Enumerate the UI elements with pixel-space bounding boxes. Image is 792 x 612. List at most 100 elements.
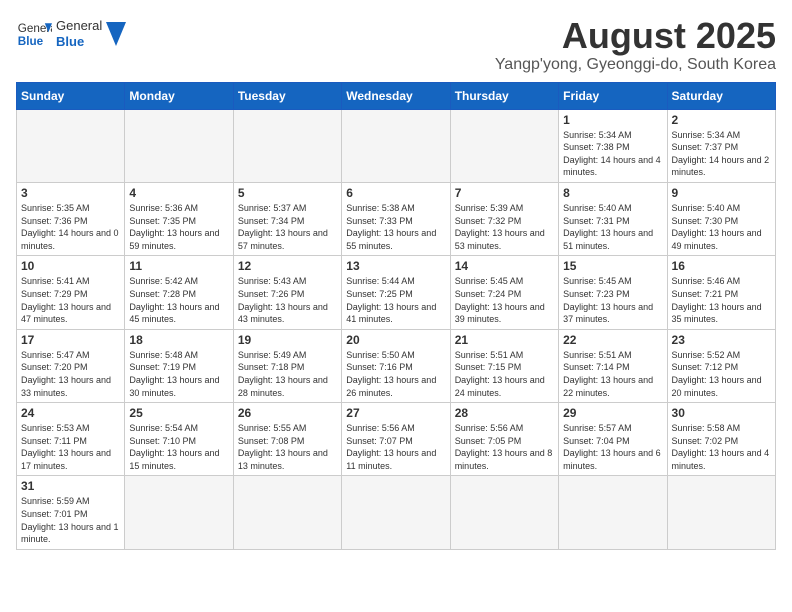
day-number: 22: [563, 333, 662, 347]
calendar-cell: [125, 109, 233, 182]
month-title: August 2025: [495, 16, 776, 56]
day-info: Sunrise: 5:34 AM Sunset: 7:38 PM Dayligh…: [563, 129, 662, 179]
calendar-cell: [450, 476, 558, 549]
calendar-cell: 13 Sunrise: 5:44 AM Sunset: 7:25 PM Dayli…: [342, 256, 450, 329]
day-number: 2: [672, 113, 771, 127]
day-info: Sunrise: 5:57 AM Sunset: 7:04 PM Dayligh…: [563, 422, 662, 472]
day-info: Sunrise: 5:36 AM Sunset: 7:35 PM Dayligh…: [129, 202, 228, 252]
day-info: Sunrise: 5:52 AM Sunset: 7:12 PM Dayligh…: [672, 349, 771, 399]
day-number: 18: [129, 333, 228, 347]
logo-triangle-icon: [106, 22, 126, 46]
day-info: Sunrise: 5:35 AM Sunset: 7:36 PM Dayligh…: [21, 202, 120, 252]
calendar-cell: 1 Sunrise: 5:34 AM Sunset: 7:38 PM Daylig…: [559, 109, 667, 182]
calendar-cell: 9 Sunrise: 5:40 AM Sunset: 7:30 PM Daylig…: [667, 182, 775, 255]
svg-text:Blue: Blue: [18, 35, 44, 48]
calendar-week-1: 1 Sunrise: 5:34 AM Sunset: 7:38 PM Daylig…: [17, 109, 776, 182]
calendar-cell: 23 Sunrise: 5:52 AM Sunset: 7:12 PM Dayli…: [667, 329, 775, 402]
logo-text-blue: Blue: [56, 34, 102, 50]
weekday-header-row: SundayMondayTuesdayWednesdayThursdayFrid…: [17, 82, 776, 109]
calendar-cell: 22Sunrise: 5:51 AM Sunset: 7:14 PM Dayli…: [559, 329, 667, 402]
calendar-cell: 8 Sunrise: 5:40 AM Sunset: 7:31 PM Daylig…: [559, 182, 667, 255]
day-info: Sunrise: 5:49 AM Sunset: 7:18 PM Dayligh…: [238, 349, 337, 399]
day-number: 5: [238, 186, 337, 200]
calendar-cell: [17, 109, 125, 182]
calendar-cell: 14Sunrise: 5:45 AM Sunset: 7:24 PM Dayli…: [450, 256, 558, 329]
day-number: 24: [21, 406, 120, 420]
day-number: 12: [238, 259, 337, 273]
day-info: Sunrise: 5:51 AM Sunset: 7:15 PM Dayligh…: [455, 349, 554, 399]
day-number: 29: [563, 406, 662, 420]
day-info: Sunrise: 5:45 AM Sunset: 7:24 PM Dayligh…: [455, 275, 554, 325]
calendar-cell: [125, 476, 233, 549]
calendar-cell: 18 Sunrise: 5:48 AM Sunset: 7:19 PM Dayli…: [125, 329, 233, 402]
calendar-cell: 11Sunrise: 5:42 AM Sunset: 7:28 PM Dayli…: [125, 256, 233, 329]
calendar-cell: 6Sunrise: 5:38 AM Sunset: 7:33 PM Daylig…: [342, 182, 450, 255]
day-info: Sunrise: 5:40 AM Sunset: 7:31 PM Dayligh…: [563, 202, 662, 252]
day-number: 9: [672, 186, 771, 200]
logo: General Blue General Blue: [16, 16, 126, 52]
day-info: Sunrise: 5:46 AM Sunset: 7:21 PM Dayligh…: [672, 275, 771, 325]
day-info: Sunrise: 5:47 AM Sunset: 7:20 PM Dayligh…: [21, 349, 120, 399]
day-info: Sunrise: 5:40 AM Sunset: 7:30 PM Dayligh…: [672, 202, 771, 252]
calendar-cell: 7 Sunrise: 5:39 AM Sunset: 7:32 PM Daylig…: [450, 182, 558, 255]
day-number: 11: [129, 259, 228, 273]
calendar-cell: [342, 476, 450, 549]
day-info: Sunrise: 5:44 AM Sunset: 7:25 PM Dayligh…: [346, 275, 445, 325]
day-number: 31: [21, 479, 120, 493]
calendar-cell: 25Sunrise: 5:54 AM Sunset: 7:10 PM Dayli…: [125, 403, 233, 476]
calendar-cell: 31 Sunrise: 5:59 AM Sunset: 7:01 PM Dayli…: [17, 476, 125, 549]
page-header: General Blue General Blue August 2025 Ya…: [16, 16, 776, 74]
calendar-cell: 2 Sunrise: 5:34 AM Sunset: 7:37 PM Daylig…: [667, 109, 775, 182]
day-info: Sunrise: 5:43 AM Sunset: 7:26 PM Dayligh…: [238, 275, 337, 325]
weekday-header-saturday: Saturday: [667, 82, 775, 109]
day-number: 1: [563, 113, 662, 127]
day-number: 7: [455, 186, 554, 200]
calendar-cell: 16 Sunrise: 5:46 AM Sunset: 7:21 PM Dayli…: [667, 256, 775, 329]
day-number: 28: [455, 406, 554, 420]
day-number: 17: [21, 333, 120, 347]
calendar-week-5: 24 Sunrise: 5:53 AM Sunset: 7:11 PM Dayli…: [17, 403, 776, 476]
day-info: Sunrise: 5:45 AM Sunset: 7:23 PM Dayligh…: [563, 275, 662, 325]
day-number: 8: [563, 186, 662, 200]
day-number: 26: [238, 406, 337, 420]
day-number: 3: [21, 186, 120, 200]
calendar-cell: [450, 109, 558, 182]
logo-text-general: General: [56, 18, 102, 34]
weekday-header-friday: Friday: [559, 82, 667, 109]
weekday-header-tuesday: Tuesday: [233, 82, 341, 109]
weekday-header-monday: Monday: [125, 82, 233, 109]
day-number: 13: [346, 259, 445, 273]
calendar-cell: [667, 476, 775, 549]
day-number: 23: [672, 333, 771, 347]
day-number: 15: [563, 259, 662, 273]
day-info: Sunrise: 5:37 AM Sunset: 7:34 PM Dayligh…: [238, 202, 337, 252]
day-info: Sunrise: 5:55 AM Sunset: 7:08 PM Dayligh…: [238, 422, 337, 472]
calendar-week-2: 3 Sunrise: 5:35 AM Sunset: 7:36 PM Daylig…: [17, 182, 776, 255]
calendar-cell: 20Sunrise: 5:50 AM Sunset: 7:16 PM Dayli…: [342, 329, 450, 402]
calendar-cell: [559, 476, 667, 549]
weekday-header-sunday: Sunday: [17, 82, 125, 109]
calendar-cell: 12 Sunrise: 5:43 AM Sunset: 7:26 PM Dayli…: [233, 256, 341, 329]
day-number: 16: [672, 259, 771, 273]
day-info: Sunrise: 5:50 AM Sunset: 7:16 PM Dayligh…: [346, 349, 445, 399]
calendar-cell: 21Sunrise: 5:51 AM Sunset: 7:15 PM Dayli…: [450, 329, 558, 402]
calendar-cell: 15 Sunrise: 5:45 AM Sunset: 7:23 PM Dayli…: [559, 256, 667, 329]
calendar-cell: 10Sunrise: 5:41 AM Sunset: 7:29 PM Dayli…: [17, 256, 125, 329]
day-number: 19: [238, 333, 337, 347]
weekday-header-thursday: Thursday: [450, 82, 558, 109]
calendar-cell: 4Sunrise: 5:36 AM Sunset: 7:35 PM Daylig…: [125, 182, 233, 255]
calendar-cell: 24 Sunrise: 5:53 AM Sunset: 7:11 PM Dayli…: [17, 403, 125, 476]
day-number: 10: [21, 259, 120, 273]
calendar-cell: 17 Sunrise: 5:47 AM Sunset: 7:20 PM Dayli…: [17, 329, 125, 402]
calendar-cell: 28Sunrise: 5:56 AM Sunset: 7:05 PM Dayli…: [450, 403, 558, 476]
day-info: Sunrise: 5:53 AM Sunset: 7:11 PM Dayligh…: [21, 422, 120, 472]
day-info: Sunrise: 5:48 AM Sunset: 7:19 PM Dayligh…: [129, 349, 228, 399]
day-info: Sunrise: 5:39 AM Sunset: 7:32 PM Dayligh…: [455, 202, 554, 252]
day-info: Sunrise: 5:34 AM Sunset: 7:37 PM Dayligh…: [672, 129, 771, 179]
weekday-header-wednesday: Wednesday: [342, 82, 450, 109]
location: Yangp'yong, Gyeonggi-do, South Korea: [495, 56, 776, 74]
day-info: Sunrise: 5:59 AM Sunset: 7:01 PM Dayligh…: [21, 495, 120, 545]
day-number: 30: [672, 406, 771, 420]
calendar-cell: [233, 109, 341, 182]
day-info: Sunrise: 5:56 AM Sunset: 7:07 PM Dayligh…: [346, 422, 445, 472]
